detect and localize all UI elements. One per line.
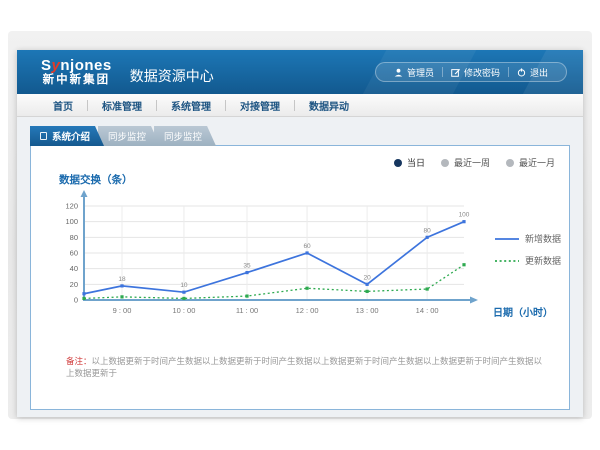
- logout-label: 退出: [530, 66, 548, 79]
- tab-sync-monitor-2[interactable]: 同步监控: [154, 126, 216, 146]
- data-point: [82, 292, 85, 295]
- footnote-prefix: 备注：: [66, 356, 92, 366]
- tab-label: 同步监控: [164, 129, 202, 143]
- data-point: [182, 291, 185, 294]
- legend-line-sample: [495, 257, 519, 265]
- nav-item-data-change[interactable]: 数据异动: [295, 98, 363, 113]
- legend-item: 新增数据: [495, 232, 561, 245]
- app-header: Synjones 新中新集团 数据资源中心 管理员 修改密码 退出: [17, 50, 583, 94]
- data-point: [305, 251, 308, 254]
- data-point: [366, 290, 369, 293]
- nav-item-home[interactable]: 首页: [39, 98, 87, 113]
- chart-panel: 当日 最近一周 最近一月 数据交换（条） 0 20 40 60 80 100 120 9 : …: [30, 145, 570, 410]
- point-label: 80: [424, 227, 432, 234]
- data-point: [120, 295, 123, 298]
- tab-label: 系统介绍: [52, 129, 90, 143]
- y-tick-label: 100: [65, 217, 78, 226]
- legend-line-sample: [495, 235, 519, 243]
- app-window: Synjones 新中新集团 数据资源中心 管理员 修改密码 退出 首页 标准管…: [17, 50, 583, 417]
- period-radio-group: 当日 最近一周 最近一月: [394, 156, 555, 169]
- x-tick-label: 12 : 00: [296, 306, 319, 315]
- period-label: 当日: [407, 156, 425, 169]
- period-option-last-month[interactable]: 最近一月: [506, 156, 555, 169]
- tab-system-intro[interactable]: 系统介绍: [30, 126, 104, 146]
- brand-subtitle: 新中新集团: [41, 74, 112, 86]
- company-logo: Synjones 新中新集团: [41, 58, 112, 86]
- main-nav: 首页 标准管理 系统管理 对接管理 数据异动: [17, 94, 583, 117]
- data-point: [182, 297, 185, 300]
- user-icon: [394, 68, 403, 77]
- change-password-label: 修改密码: [464, 66, 500, 79]
- y-axis-arrow: [81, 190, 88, 197]
- chart-legend: 新增数据更新数据: [495, 232, 561, 267]
- footnote: 备注：以上数据更新于时间产生数据以上数据更新于时间产生数据以上数据更新于时间产生…: [66, 356, 549, 380]
- point-label: 10: [180, 282, 188, 289]
- nav-item-system-mgmt[interactable]: 系统管理: [157, 98, 225, 113]
- legend-item: 更新数据: [495, 254, 561, 267]
- point-label: 100: [459, 212, 470, 219]
- tab-sync-monitor-1[interactable]: 同步监控: [98, 126, 160, 146]
- nav-item-standard-mgmt[interactable]: 标准管理: [88, 98, 156, 113]
- data-point: [426, 287, 429, 290]
- y-tick-label: 40: [70, 264, 78, 273]
- series-line-更新数据: [84, 265, 464, 299]
- period-option-last-week[interactable]: 最近一周: [441, 156, 490, 169]
- content-area: 系统介绍 同步监控 同步监控 当日 最近一周: [17, 117, 583, 417]
- y-tick-label: 80: [70, 233, 78, 242]
- point-label: 60: [303, 243, 311, 250]
- page-title: 数据资源中心: [130, 66, 214, 86]
- x-tick-label: 10 : 00: [172, 306, 195, 315]
- data-point: [120, 284, 123, 287]
- user-toolbar: 管理员 修改密码 退出: [375, 62, 567, 82]
- admin-user-label: 管理员: [407, 66, 434, 79]
- x-axis-arrow: [470, 297, 478, 304]
- radio-icon: [506, 159, 514, 167]
- x-tick-label: 13 : 00: [356, 306, 379, 315]
- change-password-button[interactable]: 修改密码: [443, 66, 508, 79]
- legend-label: 更新数据: [525, 254, 561, 267]
- x-tick-label: 14 : 00: [416, 306, 439, 315]
- edit-icon: [451, 68, 460, 77]
- point-label: 35: [243, 263, 251, 270]
- tab-bar: 系统介绍 同步监控 同步监控: [30, 126, 210, 146]
- y-tick-label: 0: [74, 296, 78, 305]
- legend-label: 新增数据: [525, 232, 561, 245]
- y-tick-label: 20: [70, 280, 78, 289]
- radio-icon: [394, 159, 402, 167]
- x-tick-label: 9 : 00: [113, 306, 132, 315]
- footnote-text: 以上数据更新于时间产生数据以上数据更新于时间产生数据以上数据更新于时间产生数据以…: [66, 356, 542, 378]
- data-point: [305, 287, 308, 290]
- x-tick-label: 11 : 00: [236, 306, 258, 315]
- period-label: 最近一周: [454, 156, 490, 169]
- nav-item-interface-mgmt[interactable]: 对接管理: [226, 98, 294, 113]
- y-axis-title: 数据交换（条）: [59, 172, 133, 187]
- y-tick-label: 120: [65, 202, 78, 211]
- point-label: 20: [363, 274, 371, 281]
- period-option-today[interactable]: 当日: [394, 156, 425, 169]
- data-point: [245, 294, 248, 297]
- tab-label: 同步监控: [108, 129, 146, 143]
- series-line-新增数据: [84, 222, 464, 294]
- period-label: 最近一月: [519, 156, 555, 169]
- radio-icon: [441, 159, 449, 167]
- x-axis-title: 日期（小时）: [493, 304, 553, 319]
- data-point: [426, 236, 429, 239]
- admin-user-button[interactable]: 管理员: [386, 66, 442, 79]
- brand-name: Synjones: [41, 58, 112, 74]
- data-point: [462, 263, 465, 266]
- document-icon: [40, 132, 47, 140]
- power-icon: [517, 68, 526, 77]
- data-point: [245, 271, 248, 274]
- data-point: [462, 220, 465, 223]
- point-label: 18: [118, 276, 126, 283]
- line-chart: 0 20 40 60 80 100 120 9 : 00 10 : 00 11 : 00 12 : …: [49, 188, 509, 330]
- data-point: [366, 283, 369, 286]
- data-point: [82, 297, 85, 300]
- logout-button[interactable]: 退出: [509, 66, 556, 79]
- y-tick-label: 60: [70, 249, 78, 258]
